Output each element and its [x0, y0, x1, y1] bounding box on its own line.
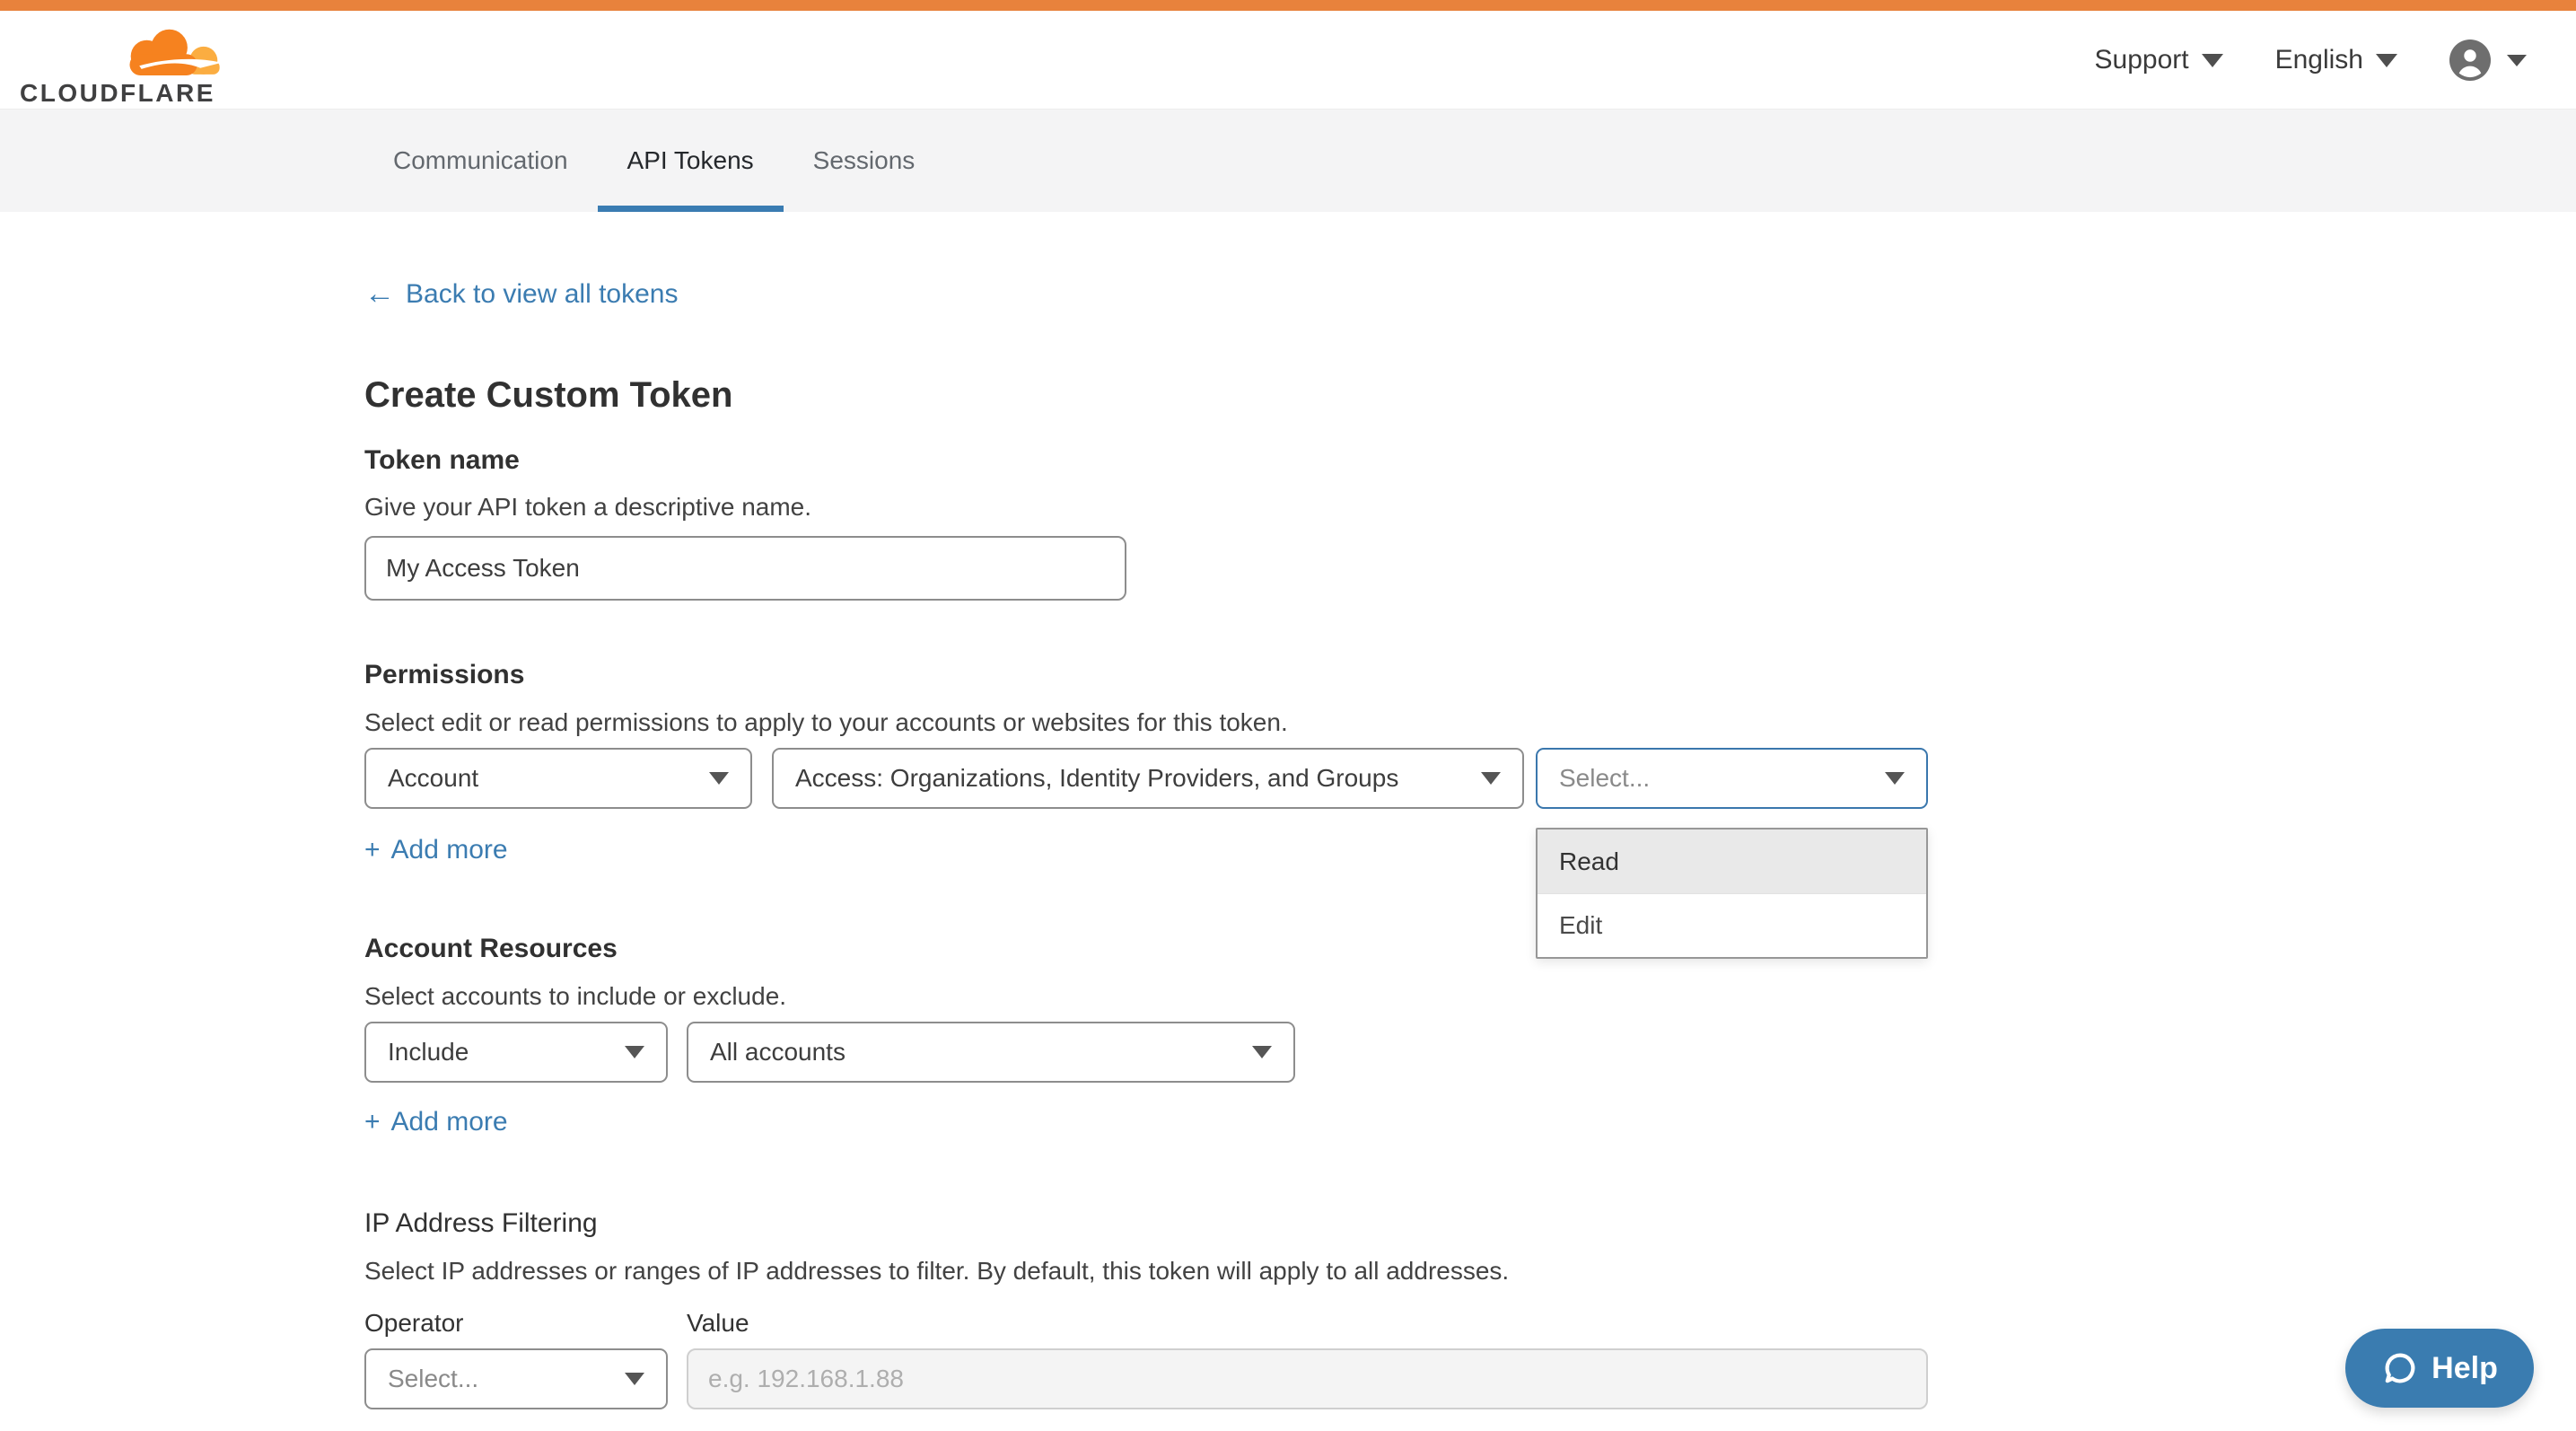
tab-label: Sessions	[813, 146, 916, 175]
ip-filtering-description: Select IP addresses or ranges of IP addr…	[364, 1257, 1509, 1286]
chevron-down-icon	[625, 1373, 644, 1385]
cloudflare-logo[interactable]: CLOUDFLARE	[20, 18, 235, 108]
token-name-title: Token name	[364, 445, 520, 476]
dropdown-option-edit[interactable]: Edit	[1538, 893, 1926, 957]
header-right-menus: Support English	[2095, 11, 2527, 110]
account-menu[interactable]	[2449, 40, 2527, 81]
support-menu[interactable]: Support	[2095, 45, 2223, 75]
language-menu-label: English	[2275, 45, 2363, 75]
permissions-description: Select edit or read permissions to apply…	[364, 708, 1288, 737]
token-name-input[interactable]	[364, 536, 1126, 601]
back-to-tokens-link[interactable]: ← Back to view all tokens	[364, 277, 678, 312]
dropdown-option-read[interactable]: Read	[1538, 830, 1926, 893]
chevron-down-icon	[625, 1046, 644, 1058]
account-resources-mode-select[interactable]: Include	[364, 1022, 668, 1083]
permission-access-select[interactable]: Select...	[1536, 748, 1928, 809]
ip-operator-placeholder: Select...	[388, 1365, 478, 1393]
chevron-down-icon	[1481, 772, 1501, 785]
help-button-label: Help	[2431, 1351, 2498, 1386]
add-more-label: Add more	[391, 835, 508, 865]
language-menu[interactable]: English	[2275, 45, 2397, 75]
permission-resource-select[interactable]: Access: Organizations, Identity Provider…	[772, 748, 1524, 809]
account-resources-title: Account Resources	[364, 934, 618, 964]
support-menu-label: Support	[2095, 45, 2189, 75]
permissions-title: Permissions	[364, 660, 524, 690]
permission-scope-select[interactable]: Account	[364, 748, 752, 809]
permissions-add-more-link[interactable]: + Add more	[364, 835, 508, 865]
chevron-down-icon	[1252, 1046, 1272, 1058]
account-resources-add-more-link[interactable]: + Add more	[364, 1107, 508, 1137]
chevron-down-icon	[2202, 54, 2223, 67]
user-avatar-icon	[2449, 40, 2491, 81]
account-resources-accounts-value: All accounts	[710, 1038, 846, 1067]
tab-communication[interactable]: Communication	[364, 110, 598, 212]
tab-label: Communication	[393, 146, 568, 175]
tab-api-tokens[interactable]: API Tokens	[598, 110, 784, 212]
dropdown-option-label: Edit	[1559, 911, 1602, 940]
chevron-down-icon	[2507, 55, 2527, 66]
permission-access-placeholder: Select...	[1559, 764, 1650, 793]
tab-label: API Tokens	[627, 146, 754, 175]
tab-sessions[interactable]: Sessions	[784, 110, 945, 212]
permission-resource-value: Access: Organizations, Identity Provider…	[795, 764, 1398, 793]
plus-icon: +	[364, 1107, 381, 1137]
arrow-left-icon: ←	[364, 277, 395, 312]
ip-filtering-title: IP Address Filtering	[364, 1208, 598, 1239]
top-accent-bar	[0, 0, 2576, 11]
add-more-label: Add more	[391, 1107, 508, 1137]
token-name-description: Give your API token a descriptive name.	[364, 493, 811, 522]
header: CLOUDFLARE Support English	[0, 11, 2576, 110]
create-custom-token-page: CLOUDFLARE Support English C	[0, 0, 2576, 1431]
ip-value-input[interactable]	[687, 1348, 1928, 1409]
operator-label: Operator	[364, 1309, 464, 1338]
chevron-down-icon	[709, 772, 729, 785]
permission-scope-value: Account	[388, 764, 478, 793]
help-button[interactable]: Help	[2345, 1329, 2534, 1408]
value-label: Value	[687, 1309, 749, 1338]
chevron-down-icon	[1885, 772, 1905, 785]
chevron-down-icon	[2376, 54, 2397, 67]
chat-bubble-icon	[2381, 1349, 2419, 1387]
cloudflare-wordmark: CLOUDFLARE	[20, 79, 215, 108]
back-link-label: Back to view all tokens	[406, 279, 678, 310]
profile-tabbar: Communication API Tokens Sessions	[0, 110, 2576, 212]
ip-operator-select[interactable]: Select...	[364, 1348, 668, 1409]
permission-access-dropdown-menu: Read Edit	[1536, 828, 1928, 959]
page-title: Create Custom Token	[364, 375, 732, 416]
account-resources-mode-value: Include	[388, 1038, 469, 1067]
account-resources-accounts-select[interactable]: All accounts	[687, 1022, 1295, 1083]
account-resources-description: Select accounts to include or exclude.	[364, 982, 786, 1011]
cloudflare-cloud-icon	[117, 25, 226, 81]
plus-icon: +	[364, 835, 381, 865]
dropdown-option-label: Read	[1559, 847, 1619, 876]
